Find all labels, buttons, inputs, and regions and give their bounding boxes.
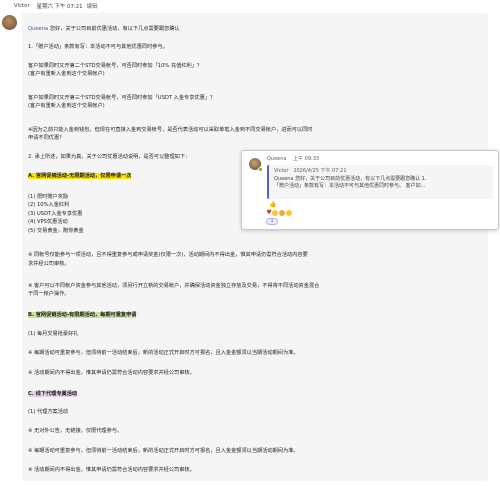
section-b-heading: B. 官网促销活动-有限期活动，每期可重复申请	[28, 312, 137, 319]
reply-author[interactable]: Queena	[267, 156, 287, 162]
quote-time: 2026/4/25 下午 07:21	[293, 168, 347, 174]
list-item: (1) 每月交易抢豪好礼	[28, 331, 79, 337]
quote-meta: Victor 2026/4/25 下午 07:21	[274, 168, 347, 174]
list-item: (4) VPS优惠活动	[28, 219, 68, 225]
mention-queena[interactable]: Queena	[28, 26, 48, 32]
note-b2: ※ 活动期间内不得出金，惟其申请仍需符合活动内容要求并经公司审核。	[28, 370, 195, 376]
question-1e: ※因为之前只能入金到钱包，但现在可直接入金到交易帐号，是否代表活动可以采取单笔入…	[28, 127, 313, 133]
heart-icon[interactable]: ♥	[266, 209, 271, 216]
section-c-label: C. 线下代理专属活动	[28, 391, 78, 397]
quoted-message[interactable]: Victor 2026/4/25 下午 07:21 Queena 您好，关于公司…	[267, 165, 493, 199]
quote-author: Victor	[274, 168, 289, 174]
avatar[interactable]	[2, 15, 17, 30]
list-item: (2) 10%入金红利	[28, 202, 70, 208]
question-1c: 客户如果同时又开第三个STD交易帐号，可否同时参加「USDT 入金专享优惠」？	[28, 95, 216, 101]
note-c1: ※ 无对外公告，无链接，仅限代理参与。	[28, 428, 123, 434]
note-a1b: 求并经公司审核。	[28, 261, 70, 267]
reaction-picker[interactable]: ♥	[266, 208, 292, 217]
reply-time: 上午 09:33	[293, 156, 320, 162]
reply-card[interactable]: Queena 上午 09:33 Victor 2026/4/25 下午 07:2…	[241, 150, 499, 230]
message-bubble	[22, 13, 488, 481]
list-item: (1) 代理方案活动	[28, 409, 69, 415]
list-item: (1) 限时赠户奖励	[28, 194, 69, 200]
reaction-count-badge[interactable]: 1	[266, 218, 278, 225]
section-b-label: B. 官网促销活动-有限期活动，每期可重复申请	[28, 312, 137, 318]
note-a2b: 于同一帐户操作。	[28, 291, 70, 297]
question-1b: (客户有重新入金到这个交易帐户)	[28, 71, 105, 77]
question-1f: 申请不同优惠？	[28, 135, 65, 141]
note-c2: ※ 每期活动可重复参与，但须待前一活动结束后，新的活动正式开启时方可报名，且入金…	[28, 448, 299, 454]
sender-name[interactable]: Victor	[14, 3, 30, 9]
question-1a: 客户如果同时又开第二个STD交易帐号，可否同时参加「10% 充值红利」？	[28, 63, 203, 69]
quote-text-2: 「赠户活动」条款有写：本活动不可与其他优惠同时参与。 客户如...	[274, 183, 426, 189]
edited-label: 编辑	[86, 3, 98, 10]
note-a2: ※ 客户可以不同帐户资金参与其他活动，须另行开立新的交易帐户，并确保活动资金独立…	[28, 283, 320, 289]
reply-header: Queena 上午 09:33	[267, 155, 324, 162]
question-1d: (客户有重新入金到这个交易帐户)	[28, 103, 105, 109]
note-a1: ※ 同帐号仅能参与一项活动，且不得重复参与或申请奖金(仅限一次)，活动期间内不得…	[28, 252, 308, 258]
note-c3: ※ 活动期间内不得出金，惟其申请仍需符合活动内容要求并经公司审核。	[28, 467, 195, 473]
laugh-icon[interactable]	[272, 209, 279, 216]
note-b1: ※ 每期活动可重复参与，但须待前一活动结束后，新的活动正式开启时方可报名，且入金…	[28, 350, 299, 356]
question-2: 2. 承上所述，如果为真，关于公司优惠活动说明，是否可以整理如下：	[28, 154, 191, 160]
reaction-count: 1	[270, 219, 274, 224]
section-c-heading: C. 线下代理专属活动	[28, 391, 78, 398]
presence-icon	[258, 167, 263, 172]
message-timestamp: 星期六 下午 07:21	[36, 3, 83, 10]
greeting-text: 您好，关于公司目前优惠活动，有以下几点需要跟您确认	[48, 26, 180, 32]
list-item: (3) USDT入金专享优惠	[28, 211, 83, 217]
list-item: (5) 交易黄金，赠你黄金	[28, 228, 84, 234]
thumbs-up-icon: 👍	[269, 201, 277, 208]
section-a-label: A. 官网促销活动-无限期活动，仅限申请一次	[28, 173, 132, 179]
wow-icon[interactable]	[278, 209, 285, 216]
greeting-line: Queena 您好，关于公司目前优惠活动，有以下几点需要跟您确认	[28, 26, 180, 33]
message-header: Victor 星期六 下午 07:21 编辑	[0, 0, 500, 11]
section-a-heading: A. 官网促销活动-无限期活动，仅限申请一次	[28, 173, 132, 180]
smile-icon[interactable]	[285, 209, 292, 216]
question-1: 1.「赠户活动」条款有写：本活动不可与其他优惠同时参与。	[28, 44, 168, 50]
quote-text-1: Queena 您好，关于公司目前优惠活动，有以下几点需要跟您确认 1.	[274, 176, 427, 182]
